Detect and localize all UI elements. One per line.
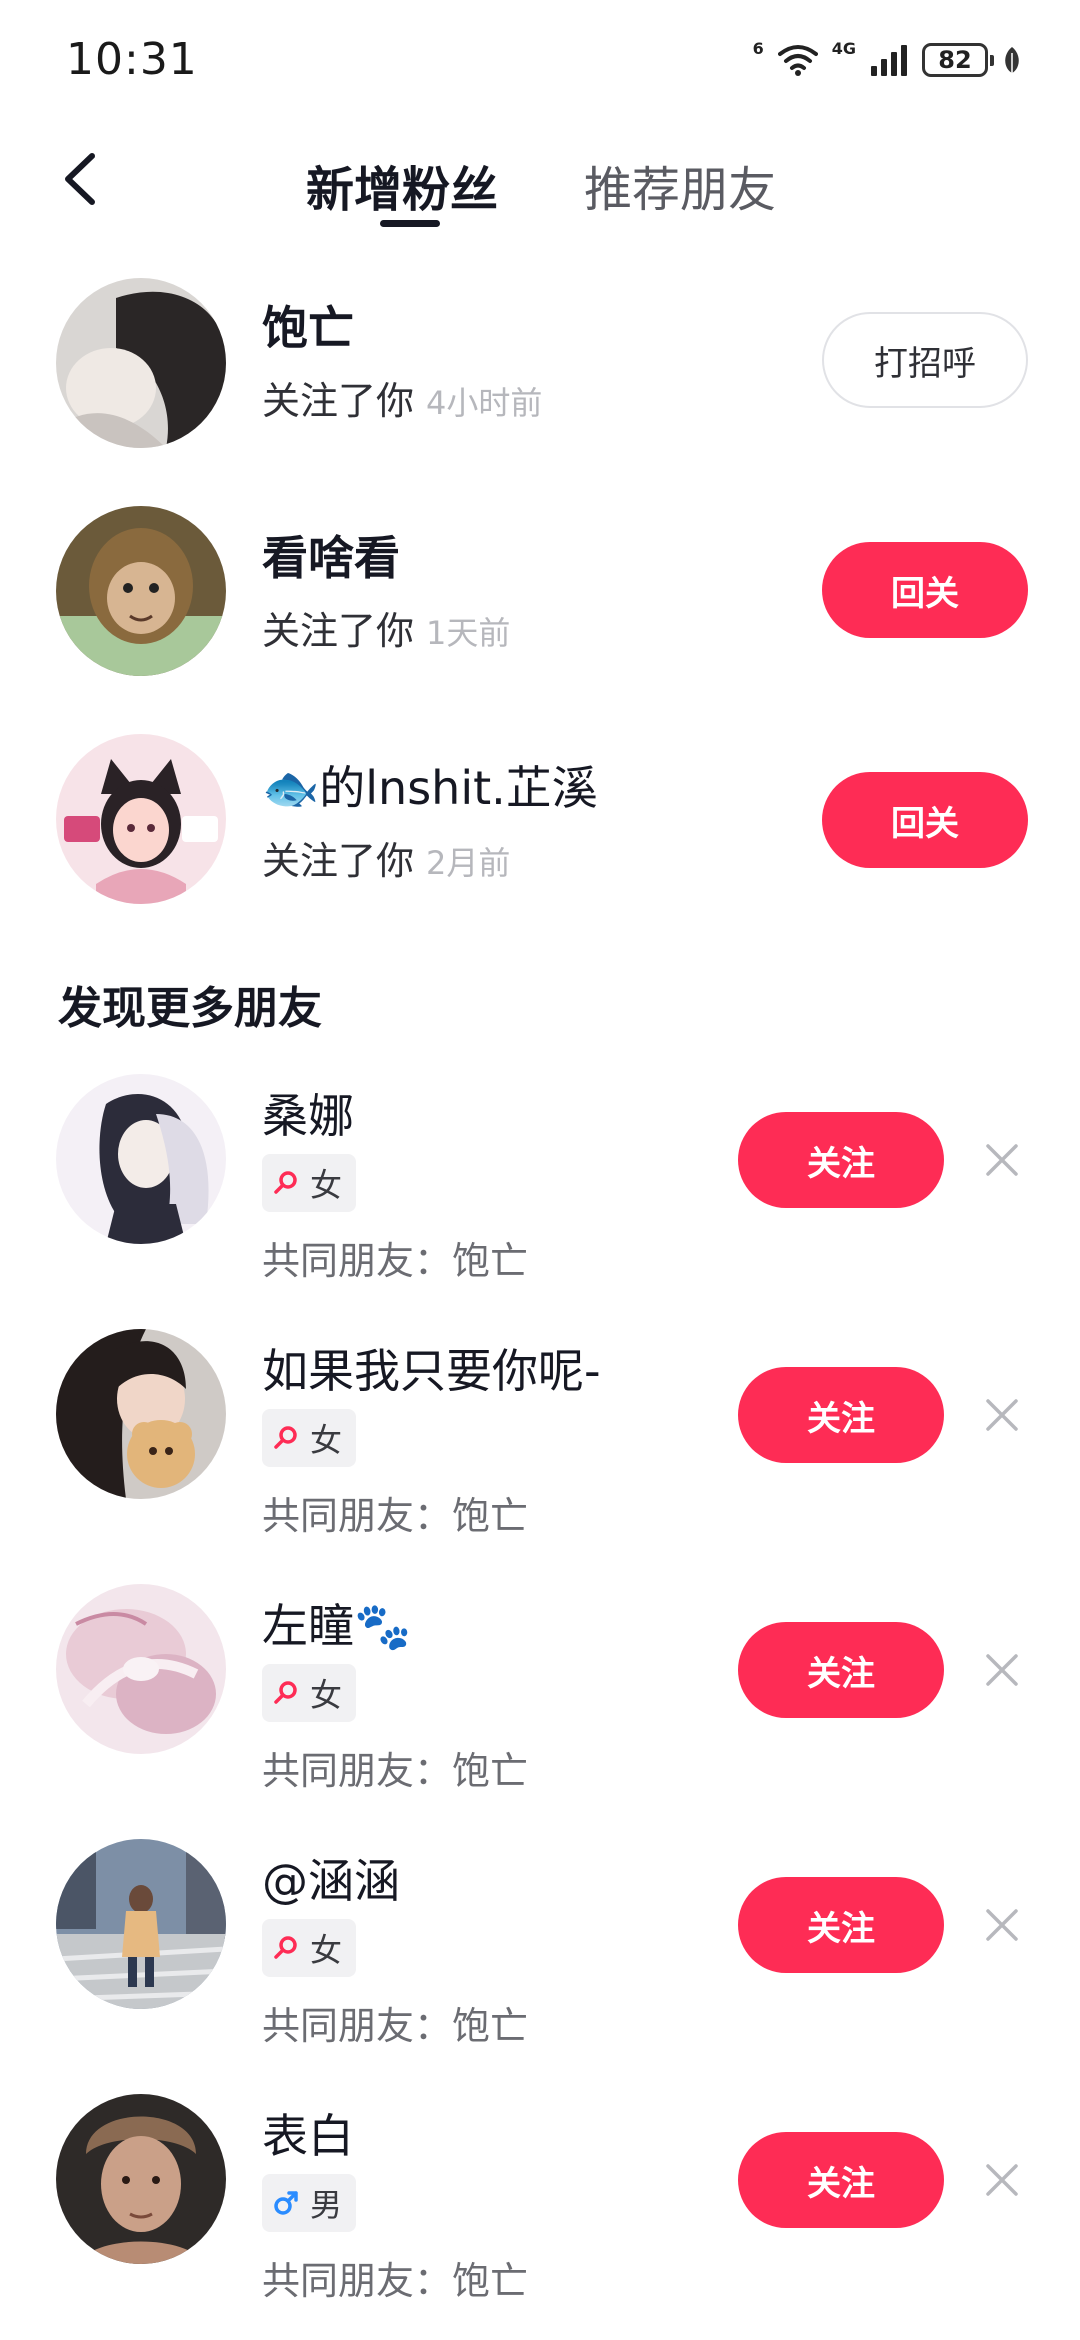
follow-time: 4小时前 [426, 384, 543, 422]
follow-status-text: 关注了你 [262, 839, 415, 883]
follow-time: 1天前 [426, 614, 511, 652]
gender-badge: 女 [262, 1919, 357, 1977]
follow-time: 2月前 [426, 844, 511, 882]
tab-new-followers[interactable]: 新增粉丝 [306, 150, 498, 220]
gender-label: 男 [310, 2186, 343, 2224]
close-icon[interactable] [982, 1905, 1022, 1945]
chevron-left-icon [65, 153, 95, 205]
close-icon[interactable] [982, 1395, 1022, 1435]
gender-label: 女 [310, 1166, 343, 1204]
follow-button[interactable]: 关注 [738, 1112, 944, 1208]
follow-status: 关注了你 1天前 [262, 600, 510, 655]
friend-name: 桑娜 [262, 1089, 354, 1143]
mutual-friends: 共同朋友：饱亡 [262, 1749, 529, 1793]
gender-label: 女 [310, 1931, 343, 1969]
avatar[interactable] [56, 506, 226, 676]
wifi-label: 6 [752, 38, 764, 58]
follow-button[interactable]: 关注 [738, 2132, 944, 2228]
battery-icon: 82 [922, 43, 994, 77]
follow-button[interactable]: 关注 [738, 1367, 944, 1463]
female-icon [274, 1681, 297, 1704]
male-icon [274, 2191, 298, 2215]
follow-status-text: 关注了你 [262, 609, 415, 653]
follow-button[interactable]: 关注 [738, 1622, 944, 1718]
friend-name: 表白 [262, 2109, 354, 2163]
follower-name: 饱亡 [262, 301, 354, 355]
active-tab-indicator [380, 220, 440, 227]
follow-back-button[interactable]: 回关 [822, 772, 1028, 868]
avatar[interactable] [56, 1839, 226, 2009]
avatar[interactable] [56, 1074, 226, 1244]
follower-row[interactable]: 看啥看 关注了你 1天前 回关 [0, 500, 1080, 690]
follow-status-text: 关注了你 [262, 379, 415, 423]
cellular-signal-icon [871, 45, 907, 76]
signal-label: 4G [831, 38, 856, 58]
battery-level: 82 [938, 46, 972, 74]
avatar[interactable] [56, 2094, 226, 2264]
status-bar: 10:31 6 4G 82 [0, 0, 1080, 120]
close-icon[interactable] [982, 2160, 1022, 2200]
say-hi-button[interactable]: 打招呼 [822, 312, 1028, 408]
gender-badge: 男 [262, 2174, 357, 2232]
gender-label: 女 [310, 1421, 343, 1459]
recommended-friend-row[interactable]: 如果我只要你呢- 女 共同朋友：饱亡 关注 [0, 1325, 1080, 1565]
status-icons: 6 4G 82 [753, 38, 1022, 82]
female-icon [274, 1171, 297, 1194]
mutual-friends: 共同朋友：饱亡 [262, 2259, 529, 2303]
avatar[interactable] [56, 1329, 226, 1499]
tab-recommended-friends[interactable]: 推荐朋友 [584, 150, 776, 220]
follow-status: 关注了你 2月前 [262, 830, 510, 885]
close-icon[interactable] [982, 1650, 1022, 1690]
female-icon [274, 1426, 297, 1449]
header: 新增粉丝 推荐朋友 [0, 120, 1080, 250]
friend-name: 如果我只要你呢- [262, 1344, 601, 1398]
follow-back-button[interactable]: 回关 [822, 542, 1028, 638]
female-icon [274, 1936, 297, 1959]
friend-name: 左瞳🐾 [262, 1599, 412, 1653]
avatar[interactable] [56, 278, 226, 448]
follower-row[interactable]: 饱亡 关注了你 4小时前 打招呼 [0, 270, 1080, 460]
follow-button[interactable]: 关注 [738, 1877, 944, 1973]
gender-badge: 女 [262, 1664, 357, 1722]
gender-label: 女 [310, 1676, 343, 1714]
friend-name: @涵涵 [262, 1854, 400, 1908]
close-icon[interactable] [982, 1140, 1022, 1180]
follower-name: 🐟的lnshit.芷溪 [262, 761, 598, 815]
avatar[interactable] [56, 734, 226, 904]
mutual-friends: 共同朋友：饱亡 [262, 1239, 529, 1283]
recommended-friend-row[interactable]: 桑娜 女 共同朋友：饱亡 关注 [0, 1070, 1080, 1310]
follower-row[interactable]: 🐟的lnshit.芷溪 关注了你 2月前 回关 [0, 730, 1080, 920]
gender-badge: 女 [262, 1409, 357, 1467]
recommended-friend-row[interactable]: @涵涵 女 共同朋友：饱亡 关注 [0, 1835, 1080, 2075]
follow-status: 关注了你 4小时前 [262, 370, 542, 425]
discover-section-title: 发现更多朋友 [58, 983, 322, 1034]
avatar[interactable] [56, 1584, 226, 1754]
leaf-icon [1005, 47, 1019, 73]
back-button[interactable] [50, 144, 120, 214]
wifi-icon [777, 45, 818, 76]
recommended-friend-row[interactable]: 左瞳🐾 女 共同朋友：饱亡 关注 [0, 1580, 1080, 1820]
mutual-friends: 共同朋友：饱亡 [262, 2004, 529, 2048]
recommended-friend-row[interactable]: 表白 男 共同朋友：饱亡 关注 [0, 2090, 1080, 2330]
mutual-friends: 共同朋友：饱亡 [262, 1494, 529, 1538]
gender-badge: 女 [262, 1154, 357, 1212]
status-time: 10:31 [66, 34, 198, 85]
follower-name: 看啥看 [262, 531, 400, 585]
